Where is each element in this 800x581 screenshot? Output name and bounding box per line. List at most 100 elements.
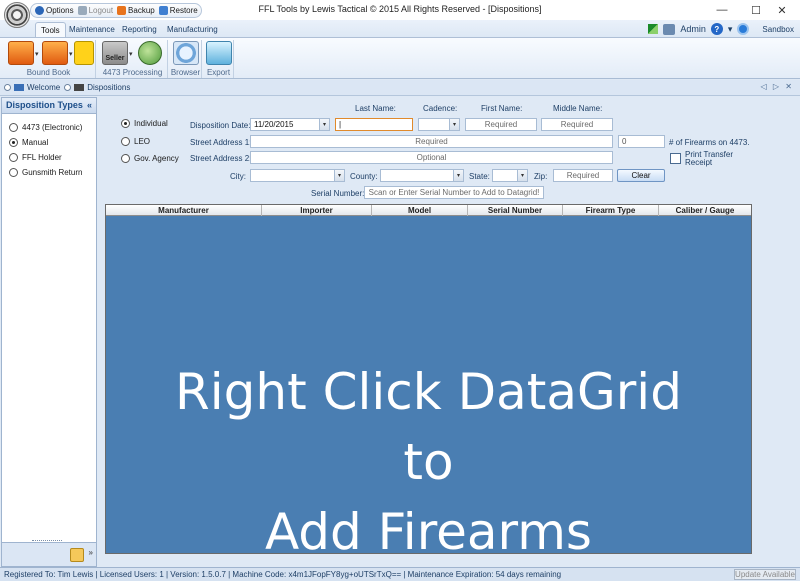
restore-icon — [158, 6, 168, 15]
navigate-icon[interactable] — [737, 23, 750, 35]
column-manufacturer[interactable]: Manufacturer — [106, 205, 262, 216]
column-firearm-type[interactable]: Firearm Type — [563, 205, 659, 216]
app-logo-icon[interactable] — [4, 2, 30, 28]
disposition-date-picker[interactable]: 11/20/2015 ▾ — [250, 118, 330, 131]
help-dropdown-icon[interactable]: ▾ — [728, 24, 733, 35]
hint-line: Right Click DataGrid — [175, 363, 682, 421]
radio-4473-electronic[interactable]: 4473 (Electronic) — [9, 123, 96, 132]
county-select[interactable]: ▾ — [380, 169, 464, 182]
logout-button[interactable]: Logout — [77, 6, 113, 15]
middle-name-header: Middle Name: — [553, 104, 603, 113]
backup-icon — [117, 6, 127, 15]
radio-icon[interactable] — [121, 154, 130, 163]
radio-gunsmith-return[interactable]: Gunsmith Return — [9, 168, 96, 177]
doc-tab-welcome[interactable]: Welcome — [4, 83, 60, 92]
doc-strip-controls[interactable]: ◁ ▷ ✕ — [761, 82, 794, 91]
tab-tools[interactable]: Tools — [35, 22, 66, 37]
street2-label: Street Address 2: — [190, 154, 252, 163]
seller-icon[interactable]: Seller — [102, 41, 128, 65]
column-importer[interactable]: Importer — [262, 205, 372, 216]
column-caliber-gauge[interactable]: Caliber / Gauge — [659, 205, 751, 216]
dispositions-form: Last Name: Cadence: First Name: Middle N… — [99, 97, 799, 567]
street1-input[interactable]: Required — [250, 135, 613, 148]
radio-leo[interactable]: LEO — [121, 137, 150, 146]
tab-close-icon[interactable] — [64, 84, 72, 91]
city-select[interactable]: ▾ — [250, 169, 345, 182]
chevron-down-icon[interactable]: ▾ — [334, 170, 344, 181]
street2-input[interactable]: Optional — [250, 151, 613, 164]
browser-icon[interactable] — [173, 41, 199, 65]
datagrid-header: Manufacturer Importer Model Serial Numbe… — [106, 205, 751, 216]
doc-tab-dispositions[interactable]: Dispositions — [64, 83, 130, 92]
column-serial-number[interactable]: Serial Number — [468, 205, 563, 216]
welcome-icon — [14, 84, 24, 91]
serial-number-input[interactable]: Scan or Enter Serial Number to Add to Da… — [364, 186, 544, 199]
radio-icon[interactable] — [121, 119, 130, 128]
tab-manufacturing[interactable]: Manufacturing — [162, 22, 223, 37]
export-icon[interactable] — [206, 41, 232, 65]
bound-book-add-icon[interactable] — [8, 41, 34, 65]
last-name-input[interactable]: | — [335, 118, 413, 131]
bound-book-remove-icon[interactable] — [42, 41, 68, 65]
zip-input[interactable]: Required — [553, 169, 613, 182]
middle-name-input[interactable]: Required — [541, 118, 613, 131]
options-button[interactable]: Options — [35, 6, 74, 15]
disposition-date-label: Disposition Date: — [190, 121, 251, 130]
help-icon[interactable]: ? — [710, 23, 723, 35]
chevron-down-icon[interactable]: ▾ — [129, 50, 133, 58]
print-transfer-checkbox[interactable] — [670, 153, 681, 164]
close-button[interactable]: ✕ — [764, 0, 800, 20]
city-label: City: — [230, 172, 246, 181]
backup-button[interactable]: Backup — [117, 6, 155, 15]
disposition-types-panel: Disposition Types « 4473 (Electronic) Ma… — [1, 97, 97, 567]
clear-button[interactable]: Clear — [617, 169, 665, 182]
update-available-button[interactable]: Update Available — [734, 569, 796, 580]
seller-label: Seller — [105, 55, 125, 62]
collapse-icon[interactable]: « — [87, 100, 92, 111]
globe-icon[interactable] — [138, 41, 162, 65]
environment-label: Sandbox — [762, 24, 794, 34]
browser-label: Browser — [170, 68, 201, 77]
chevron-down-icon[interactable]: ▾ — [319, 119, 329, 130]
chevron-down-icon[interactable]: ▾ — [517, 170, 527, 181]
radio-individual[interactable]: Individual — [121, 119, 168, 128]
flag-icon[interactable] — [648, 24, 659, 34]
first-name-input[interactable]: Required — [465, 118, 537, 131]
tab-close-icon[interactable] — [4, 84, 11, 91]
tab-reporting[interactable]: Reporting — [117, 22, 162, 37]
column-model[interactable]: Model — [372, 205, 468, 216]
cadence-select[interactable]: ▾ — [418, 118, 460, 131]
processing-label: 4473 Processing — [102, 68, 163, 77]
radio-icon[interactable] — [9, 153, 18, 162]
radio-gov-agency[interactable]: Gov. Agency — [121, 154, 179, 163]
hint-line: to — [403, 433, 454, 491]
radio-icon[interactable] — [9, 123, 18, 132]
chevron-down-icon[interactable]: ▾ — [453, 170, 463, 181]
radio-manual[interactable]: Manual — [9, 138, 96, 147]
street1-label: Street Address 1: — [190, 138, 252, 147]
zip-label: Zip: — [534, 172, 548, 181]
firearms-datagrid[interactable]: Manufacturer Importer Model Serial Numbe… — [105, 204, 752, 561]
ribbon-tab-row: Tools Maintenance Reporting Manufacturin… — [0, 20, 800, 37]
radio-icon[interactable] — [121, 137, 130, 146]
user-bar: Admin ? ▾ Sandbox — [648, 22, 794, 36]
state-select[interactable]: ▾ — [492, 169, 528, 182]
panel-icon[interactable] — [70, 548, 84, 562]
radio-ffl-holder[interactable]: FFL Holder — [9, 153, 96, 162]
radio-icon[interactable] — [9, 168, 18, 177]
tab-maintenance[interactable]: Maintenance — [64, 22, 120, 37]
minimize-button[interactable]: — — [704, 0, 740, 20]
firearm-count-input[interactable]: 0 — [618, 135, 665, 148]
radio-icon[interactable] — [9, 138, 18, 147]
print-transfer-label: Print Transfer Receipt — [685, 150, 734, 167]
expand-icon[interactable]: » — [89, 548, 93, 557]
chevron-down-icon[interactable]: ▾ — [449, 119, 459, 130]
restore-button[interactable]: Restore — [158, 6, 198, 15]
user-name[interactable]: Admin — [680, 24, 706, 34]
chevron-down-icon[interactable]: ▾ — [35, 50, 39, 58]
splitter-grip[interactable] — [32, 540, 62, 542]
disposition-date-value: 11/20/2015 — [254, 120, 294, 129]
running-man-icon[interactable] — [74, 41, 94, 65]
bound-book-label: Bound Book — [26, 68, 71, 77]
chevron-down-icon[interactable]: ▾ — [69, 50, 73, 58]
